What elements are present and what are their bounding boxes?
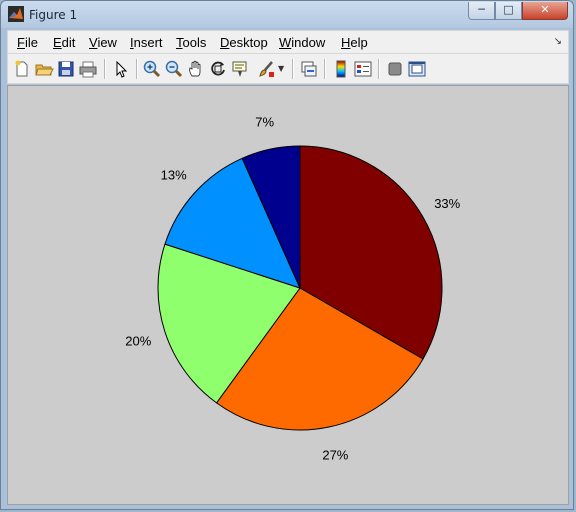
slice-percent-label: 33% — [434, 196, 460, 211]
brush-icon[interactable] — [256, 59, 276, 79]
data-cursor-icon[interactable] — [230, 59, 250, 79]
window-title: Figure 1 — [29, 8, 78, 22]
close-icon: ✕ — [540, 3, 550, 16]
menu-edit[interactable]: Edit — [53, 35, 75, 50]
print-figure-icon[interactable] — [78, 59, 98, 79]
maximize-button[interactable]: □ — [495, 2, 522, 20]
maximize-icon: □ — [503, 3, 514, 16]
slice-percent-label: 13% — [161, 167, 187, 182]
slice-percent-label: 20% — [125, 334, 151, 349]
pan-icon[interactable] — [186, 59, 206, 79]
figure-window: Figure 1 ─ □ ✕ File Edit View Insert Too… — [0, 0, 574, 510]
slice-percent-label: 7% — [255, 115, 274, 130]
hide-plot-tools-icon[interactable] — [385, 59, 405, 79]
slice-percent-label: 27% — [322, 447, 348, 462]
toolbar-separator — [324, 59, 325, 79]
menu-help[interactable]: Help — [341, 35, 368, 50]
pie-chart[interactable]: 33% 27% 20% 13% 7% — [8, 86, 568, 504]
menu-view[interactable]: View — [89, 35, 117, 50]
menu-window[interactable]: Window — [279, 35, 325, 50]
title-bar[interactable]: Figure 1 ─ □ ✕ — [1, 1, 575, 29]
menu-desktop[interactable]: Desktop — [220, 35, 268, 50]
figure-toolbar: ▼ — [7, 54, 569, 84]
dock-figure-icon[interactable]: ↘ — [554, 36, 562, 47]
toolbar-separator — [378, 59, 379, 79]
link-plot-icon[interactable] — [299, 59, 319, 79]
menu-bar: File Edit View Insert Tools Desktop Wind… — [7, 30, 569, 54]
minimize-icon: ─ — [478, 3, 485, 16]
edit-plot-icon[interactable] — [111, 59, 131, 79]
menu-file[interactable]: File — [17, 35, 38, 50]
minimize-button[interactable]: ─ — [468, 2, 495, 20]
menu-tools[interactable]: Tools — [176, 35, 206, 50]
toolbar-separator — [136, 59, 137, 79]
close-button[interactable]: ✕ — [522, 2, 568, 20]
figure-canvas[interactable]: 33% 27% 20% 13% 7% — [7, 85, 569, 505]
toolbar-separator — [104, 59, 105, 79]
insert-legend-icon[interactable] — [353, 59, 373, 79]
rotate-3d-icon[interactable] — [208, 59, 228, 79]
menu-insert[interactable]: Insert — [130, 35, 163, 50]
matlab-logo-icon — [8, 6, 24, 22]
save-figure-icon[interactable] — [56, 59, 76, 79]
insert-colorbar-icon[interactable] — [331, 59, 351, 79]
show-plot-tools-icon[interactable] — [407, 59, 427, 79]
zoom-in-icon[interactable] — [142, 59, 162, 79]
brush-dropdown-icon[interactable]: ▼ — [278, 64, 284, 73]
open-file-icon[interactable] — [34, 59, 54, 79]
new-figure-icon[interactable] — [12, 59, 32, 79]
toolbar-separator — [292, 59, 293, 79]
zoom-out-icon[interactable] — [164, 59, 184, 79]
